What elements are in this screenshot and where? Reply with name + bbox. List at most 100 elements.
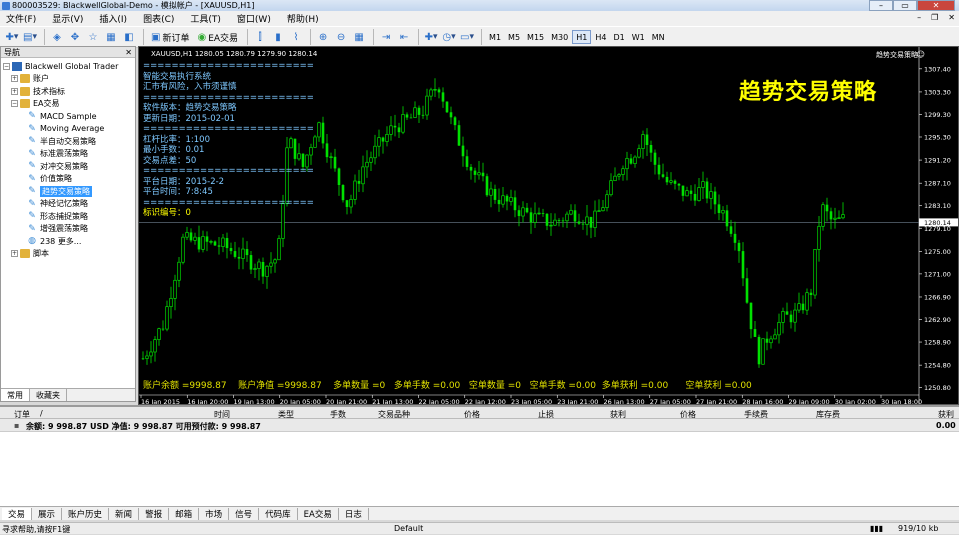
candle-bull xyxy=(813,249,817,296)
close-icon[interactable]: ✕ xyxy=(125,48,132,57)
timeframe-w1[interactable]: W1 xyxy=(629,30,648,44)
candle-bull xyxy=(605,194,609,208)
tab-journal[interactable]: 日志 xyxy=(339,507,369,520)
timeframe-h1[interactable]: H1 xyxy=(572,30,592,44)
tab-exposure[interactable]: 展示 xyxy=(32,507,63,520)
ea-item[interactable]: ✎ Moving Average xyxy=(1,123,135,136)
id-label: 标识编号： xyxy=(143,208,186,218)
title-bar: 800003529: BlackwellGlobal-Demo - 模拟帐户 -… xyxy=(0,0,959,11)
tab-alerts[interactable]: 警报 xyxy=(139,507,170,520)
minimize-button[interactable]: – xyxy=(869,0,893,11)
bar-chart-icon[interactable]: ⫿ xyxy=(252,29,268,45)
tab-common[interactable]: 常用 xyxy=(1,389,30,401)
data-window-icon[interactable]: ✥ xyxy=(67,29,83,45)
tree-experts[interactable]: − EA交易 xyxy=(1,98,135,111)
mdi-close-icon[interactable]: ✕ xyxy=(948,13,955,22)
timeframe-d1[interactable]: D1 xyxy=(610,30,627,44)
candle-bull xyxy=(145,355,149,359)
ea-item[interactable]: ✎ 形态捕捉策略 xyxy=(1,210,135,223)
ea-trading-button[interactable]: ◉ EA交易 xyxy=(194,29,241,45)
tab-signals[interactable]: 信号 xyxy=(229,507,260,520)
tile-windows-icon[interactable]: ▦ xyxy=(351,29,367,45)
time-tick-label: 27 Jan 21:00 xyxy=(696,398,737,405)
candle-bear xyxy=(205,236,209,242)
menu-help[interactable]: 帮助(H) xyxy=(287,12,319,25)
tab-codebase[interactable]: 代码库 xyxy=(259,507,298,520)
ea-item[interactable]: ✎ 趋势交易策略 xyxy=(1,185,135,198)
strategy-tester-icon[interactable]: ◧ xyxy=(121,29,137,45)
tab-mailbox[interactable]: 邮箱 xyxy=(169,507,200,520)
menu-bar: 文件(F) 显示(V) 插入(I) 图表(C) 工具(T) 窗口(W) 帮助(H… xyxy=(0,11,959,26)
line-chart-icon[interactable]: ⌇ xyxy=(288,29,304,45)
candle-bear xyxy=(753,329,757,337)
candle-bull xyxy=(793,309,797,323)
timeframe-mn[interactable]: MN xyxy=(649,30,668,44)
tree-scripts[interactable]: + 脚本 xyxy=(1,248,135,261)
candle-bear xyxy=(481,172,485,177)
candle-bear xyxy=(577,221,581,224)
chart-shift-icon[interactable]: ⇤ xyxy=(396,29,412,45)
terminal-header: 订单 / 时间 类型 手数 交易品种 价格 止损 获利 价格 手续费 库存费 获… xyxy=(0,407,959,419)
maximize-button[interactable]: ▭ xyxy=(893,0,917,11)
new-chart-icon[interactable]: ✚ ▾ xyxy=(4,29,20,45)
tab-news[interactable]: 新闻 xyxy=(109,507,140,520)
timeframe-m5[interactable]: M5 xyxy=(505,30,523,44)
ea-item[interactable]: ✎ 神经记忆策略 xyxy=(1,198,135,211)
menu-window[interactable]: 窗口(W) xyxy=(237,12,271,25)
close-button[interactable]: ✕ xyxy=(917,0,955,11)
navigator-icon[interactable]: ☆ xyxy=(85,29,101,45)
templates-icon[interactable]: ▭ ▾ xyxy=(459,29,475,45)
zoom-out-icon[interactable]: ⊖ xyxy=(333,29,349,45)
ea-item[interactable]: ✎ 对冲交易策略 xyxy=(1,160,135,173)
menu-file[interactable]: 文件(F) xyxy=(6,12,36,25)
chart-window[interactable]: 1307.40 1303.30 1299.30 1295.30 1291.20 1287.… xyxy=(138,46,959,405)
timeframe-m1[interactable]: M1 xyxy=(486,30,504,44)
tab-trade[interactable]: 交易 xyxy=(2,507,33,520)
candle-bull xyxy=(429,89,433,97)
timeframe-m15[interactable]: M15 xyxy=(524,30,547,44)
ea-item[interactable]: ◍ 238 更多... xyxy=(1,235,135,248)
status-help: 寻求帮助,请按F1键 xyxy=(2,525,71,534)
expert-icon: ✎ xyxy=(28,161,36,172)
ea-item[interactable]: ✎ 半自动交易策略 xyxy=(1,135,135,148)
candle-bear xyxy=(357,181,361,184)
candle-bear xyxy=(449,112,453,118)
zoom-in-icon[interactable]: ⊕ xyxy=(315,29,331,45)
navigator-tabs: 常用 收藏夹 xyxy=(1,388,135,401)
timeframe-h4[interactable]: H4 xyxy=(592,30,609,44)
candle-bear xyxy=(457,125,461,146)
tab-experts[interactable]: EA交易 xyxy=(298,507,339,520)
menu-view[interactable]: 显示(V) xyxy=(52,12,83,25)
menu-insert[interactable]: 插入(I) xyxy=(99,12,127,25)
window-controls: – ▭ ✕ xyxy=(869,0,955,11)
mdi-restore-icon[interactable]: ❐ xyxy=(931,13,938,22)
candle-bear xyxy=(717,204,721,213)
periods-icon[interactable]: ◷ ▾ xyxy=(441,29,457,45)
ea-item[interactable]: ✎ 增强震荡策略 xyxy=(1,223,135,236)
ea-item[interactable]: ✎ 价值策略 xyxy=(1,173,135,186)
expert-icon: ✎ xyxy=(28,148,36,159)
menu-charts[interactable]: 图表(C) xyxy=(143,12,174,25)
new-order-button[interactable]: ▣ 新订单 xyxy=(148,29,192,45)
timeframe-m30[interactable]: M30 xyxy=(548,30,571,44)
info-line: 汇市有风险，入市须谨慎 xyxy=(143,82,237,92)
tree-root[interactable]: − Blackwell Global Trader xyxy=(1,60,135,73)
candle-bear xyxy=(681,185,685,196)
terminal-icon[interactable]: ▦ xyxy=(103,29,119,45)
balance-row[interactable]: ▪ 余额: 9 998.87 USD 净值: 9 998.87 可用预付款: 9… xyxy=(0,419,959,432)
menu-tools[interactable]: 工具(T) xyxy=(190,12,221,25)
profiles-icon[interactable]: ▤ ▾ xyxy=(22,29,38,45)
ea-item[interactable]: ✎ MACD Sample xyxy=(1,110,135,123)
auto-scroll-icon[interactable]: ⇥ xyxy=(378,29,394,45)
tab-favorites[interactable]: 收藏夹 xyxy=(30,389,67,401)
tab-history[interactable]: 账户历史 xyxy=(62,507,110,520)
ea-item[interactable]: ✎ 标准震荡策略 xyxy=(1,148,135,161)
tab-market[interactable]: 市场 xyxy=(199,507,230,520)
candlestick-icon[interactable]: ▮ xyxy=(270,29,286,45)
indicators-icon[interactable]: ✚ ▾ xyxy=(423,29,439,45)
market-watch-icon[interactable]: ◈ xyxy=(49,29,65,45)
mdi-minimize-icon[interactable]: – xyxy=(917,13,921,22)
tree-accounts[interactable]: + 账户 xyxy=(1,73,135,86)
tree-indicators[interactable]: + 技术指标 xyxy=(1,85,135,98)
ea-item-label: MACD Sample xyxy=(40,111,97,121)
